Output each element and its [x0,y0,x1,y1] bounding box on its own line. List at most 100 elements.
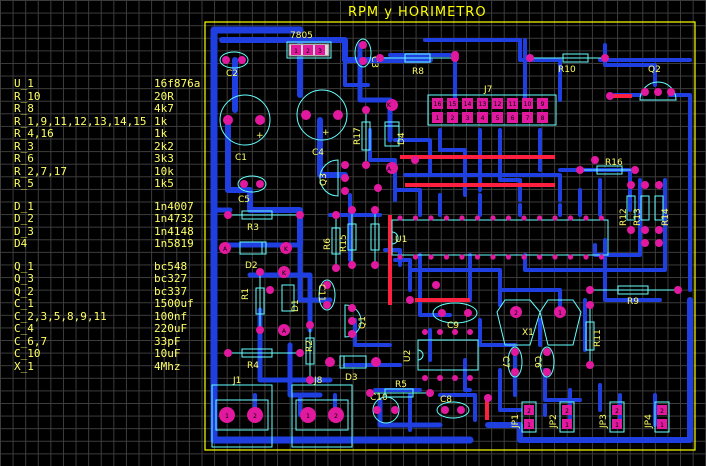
svg-text:7805: 7805 [290,31,313,41]
u1-pin [552,215,558,221]
svg-text:R14: R14 [661,208,671,226]
svg-text:D3: D3 [345,373,358,383]
u1-pin [598,215,605,221]
svg-text:Q2: Q2 [648,65,661,75]
u1-pin [490,215,496,221]
svg-text:R5: R5 [395,380,407,390]
svg-text:D1: D1 [291,299,301,312]
svg-text:R16: R16 [605,158,623,168]
u1-pin [505,254,512,260]
svg-text:JP4: JP4 [644,414,654,429]
u1-pin [459,215,465,221]
svg-text:+: + [256,131,264,141]
u1-pin [536,215,543,221]
u1-pin [521,254,527,260]
highlighted-traces [388,94,632,420]
resistor-r17[interactable]: R17 [353,106,371,169]
resistor-r3[interactable]: R3 [224,210,304,233]
u1-pin [443,254,450,260]
pcb-canvas[interactable]: RPM y HORIMETRO 1 2 3 7805 + C1 + C4 C2 … [0,0,706,466]
j7-pin-label: 16 [434,101,442,108]
transistor-q2[interactable]: Q2 [639,65,677,101]
resistor-r6[interactable]: R6 [323,211,341,272]
svg-text:1: 1 [225,413,229,420]
svg-text:2: 2 [253,413,257,420]
resistor-r10[interactable]: R10 [526,53,609,75]
connector-j7[interactable]: J7 16 15 14 13 12 11 10 91 2 3 4 5 6 7 8 [427,85,557,126]
svg-text:R1: R1 [241,288,251,300]
svg-text:Q3: Q3 [319,173,329,186]
u1-pin [505,215,512,221]
u1-pin [583,215,589,221]
microcontroller-u1[interactable]: U1 [391,215,609,260]
svg-text:J8: J8 [313,376,323,386]
j7-pin-label: 10 [524,101,532,108]
svg-text:2: 2 [565,408,569,415]
svg-text:1: 1 [294,48,298,55]
u1-pin [490,254,496,260]
connector-j1[interactable]: 1 2 J1 [211,376,273,448]
copper-traces [210,26,693,444]
svg-text:U2: U2 [403,350,413,362]
svg-text:1: 1 [527,422,531,429]
u1-pin [474,215,481,221]
svg-text:R3: R3 [247,223,259,233]
svg-text:C8: C8 [440,395,452,405]
board-title: RPM y HORIMETRO [348,5,487,20]
u1-pin [536,254,543,260]
svg-text:3: 3 [318,48,322,55]
u1-pin [598,254,605,260]
svg-text:D2: D2 [245,261,258,271]
svg-text:1: 1 [558,310,562,317]
svg-text:C2: C2 [226,69,238,79]
svg-text:J1: J1 [232,376,241,386]
jumper-jp1[interactable]: 2 1 JP1 [511,401,537,433]
svg-text:R10: R10 [558,65,576,75]
resistor-r11[interactable]: R11 [585,301,603,369]
svg-text:X1: X1 [522,328,534,338]
svg-text:R9: R9 [627,297,639,307]
capacitor-c8[interactable]: C8 [436,395,470,419]
svg-text:C9: C9 [447,321,459,331]
j7-pin-label: 5 [496,115,500,122]
svg-text:2: 2 [306,48,310,55]
svg-text:2: 2 [514,310,518,317]
svg-text:C7: C7 [500,356,510,368]
svg-text:R11: R11 [593,329,603,347]
j7-pin-label: 14 [464,101,472,108]
u1-pin [397,215,403,221]
board-outline [204,21,696,451]
j7-pin-label: 15 [449,101,457,108]
u1-pin [412,254,419,260]
svg-text:C5: C5 [238,195,250,205]
capacitor-c7[interactable]: C7 [500,346,523,378]
svg-text:R2: R2 [305,340,315,352]
svg-text:2: 2 [615,408,619,415]
u1-pin [412,215,419,221]
u1-pin [474,254,481,260]
connector-j8[interactable]: 1 2 J8 [291,376,353,448]
pcb-layout-window: U_1 16f876a R_10 20R R_8 4k7 R_1,9,11,12,13,14… [0,0,706,466]
svg-text:2: 2 [334,413,338,420]
u1-pin [459,254,465,260]
resistor-r9[interactable]: R9 [586,285,682,307]
svg-text:+: + [322,128,330,138]
svg-text:C6: C6 [532,356,542,368]
u1-pin [567,254,574,260]
diode-d3[interactable]: D3 [325,355,381,383]
j7-pin-label: 7 [526,115,530,122]
j7-pin-label: 13 [479,101,487,108]
j7-pin-label: 11 [509,101,517,108]
capacitor-c11[interactable]: C11 [316,279,336,311]
u1-pin [552,254,558,260]
svg-text:1: 1 [306,413,310,420]
j7-pin-label: 8 [541,115,545,122]
svg-text:1: 1 [660,422,664,429]
j7-pin-label: 4 [481,115,485,122]
u1-pin [583,254,589,260]
svg-text:R6: R6 [323,238,333,250]
j7-pin-label: 3 [466,115,470,122]
svg-text:JP2: JP2 [549,414,559,429]
resistor-r2[interactable]: R2 [305,321,315,384]
regulator-7805[interactable]: 1 2 3 7805 [286,31,332,59]
